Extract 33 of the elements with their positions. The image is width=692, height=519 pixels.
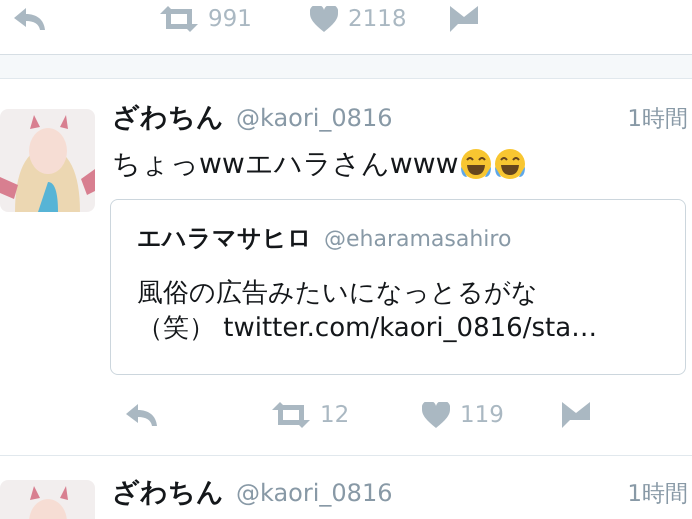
like-count: 119 — [460, 402, 504, 428]
user-handle: @kaori_0816 — [236, 104, 392, 132]
heart-icon — [310, 6, 338, 32]
laughing-emoji-icon — [492, 147, 527, 181]
retweet-icon — [272, 402, 310, 428]
like-count: 2118 — [348, 6, 407, 32]
heart-icon — [422, 402, 450, 428]
reply-icon — [14, 7, 46, 31]
retweet-count: 991 — [208, 6, 252, 32]
retweet-button[interactable]: 12 — [272, 402, 350, 428]
laughing-emoji-icon — [458, 147, 493, 181]
tweet-time: 1時間 — [627, 480, 688, 510]
retweet-count: 12 — [320, 402, 350, 428]
retweet-icon — [160, 6, 198, 32]
quoted-tweet-card[interactable]: エハラマサヒロ @eharamasahiro 風俗の広告みたいになっとるがな（笑） twitter.com/kaori_0816/sta… — [110, 199, 686, 376]
reply-button[interactable] — [126, 403, 158, 428]
like-button[interactable]: 2118 — [310, 6, 407, 32]
reply-button[interactable] — [14, 7, 46, 31]
user-name: ざわちん — [112, 101, 224, 135]
tweet-text: ちょっwwエハラさんwww — [112, 146, 459, 182]
user-name: ざわちん — [112, 476, 224, 510]
quoted-tweet-text: 風俗の広告みたいになっとるがな（笑） twitter.com/kaori_0816/sta… — [137, 277, 598, 346]
message-button[interactable] — [450, 6, 478, 32]
quoted-user-handle: @eharamasahiro — [324, 227, 512, 252]
like-button[interactable]: 119 — [422, 402, 504, 428]
envelope-icon — [450, 6, 478, 32]
message-button[interactable] — [562, 402, 590, 428]
user-handle: @kaori_0816 — [236, 479, 392, 508]
quoted-user-name: エハラマサヒロ — [137, 223, 312, 254]
reply-icon — [126, 403, 158, 428]
envelope-icon — [562, 402, 590, 428]
retweet-button[interactable]: 991 — [160, 6, 252, 32]
tweet-time: 1時間 — [627, 105, 688, 134]
